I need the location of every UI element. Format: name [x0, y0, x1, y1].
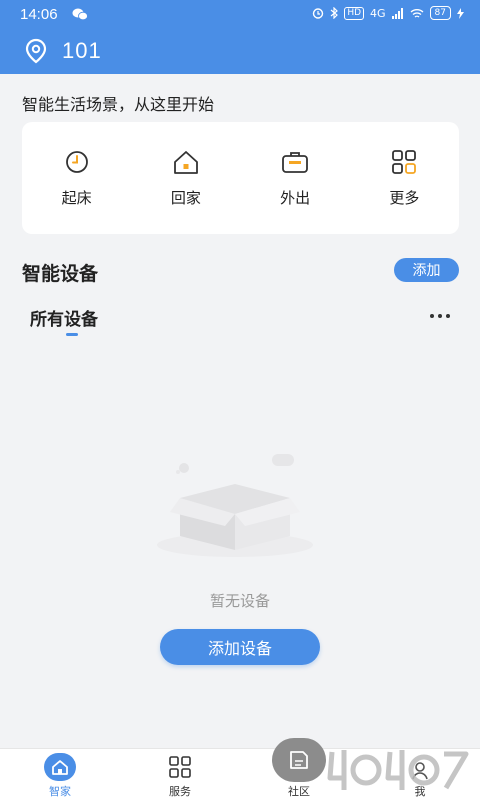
empty-state-text: 暂无设备 [209, 592, 270, 610]
add-button[interactable]: 添加 [394, 258, 459, 282]
scene-wake-up[interactable]: 起床 [37, 149, 117, 208]
location-pin-icon [25, 38, 47, 64]
empty-box-illustration [157, 454, 313, 557]
signal-label: 4G [370, 6, 386, 20]
nav-label: 服务 [169, 785, 191, 798]
add-device-button[interactable]: 添加设备 [160, 629, 320, 665]
scene-label: 外出 [280, 188, 311, 207]
status-time: 14:06 [20, 6, 58, 23]
scene-more[interactable]: 更多 [364, 149, 444, 208]
nav-item-home[interactable]: 智家 [20, 753, 100, 799]
status-indicators: HD 4G 87 [312, 6, 464, 20]
signal-icon [391, 7, 403, 19]
app-header: 14:06 HD 4G 87 101 [0, 0, 480, 74]
scene-go-out[interactable]: 外出 [255, 149, 335, 208]
grid-icon [392, 149, 417, 174]
scene-card: 起床 回家 外出 更多 [22, 122, 459, 234]
scene-label: 起床 [61, 188, 92, 207]
nav-label: 社区 [288, 785, 310, 798]
scene-label: 回家 [170, 188, 201, 207]
tab-indicator [66, 333, 78, 336]
nav-label: 智家 [49, 785, 71, 798]
briefcase-icon [282, 151, 309, 173]
location-label: 101 [62, 38, 102, 63]
community-icon[interactable] [272, 738, 326, 782]
scene-label: 更多 [389, 188, 420, 207]
home-icon [44, 753, 76, 781]
scenes-intro: 智能生活场景，从这里开始 [22, 95, 215, 114]
scene-come-home[interactable]: 回家 [146, 149, 226, 208]
more-options-icon[interactable] [430, 314, 450, 318]
tab-all-devices[interactable]: 所有设备 [30, 305, 98, 330]
devices-section-title: 智能设备 [22, 263, 99, 285]
wechat-icon [72, 8, 88, 21]
status-bar: 14:06 HD 4G 87 [0, 0, 480, 30]
nav-item-services[interactable]: 服务 [140, 753, 220, 799]
location-selector[interactable]: 101 [24, 38, 102, 64]
grid-icon [165, 753, 195, 781]
bluetooth-icon [330, 7, 339, 19]
clock-icon [65, 150, 88, 173]
alarm-icon [313, 8, 324, 19]
watermark-logo [327, 750, 469, 790]
charging-icon [457, 7, 464, 19]
hd-badge: HD [344, 6, 365, 20]
battery-indicator: 87 [429, 6, 451, 20]
wifi-icon [410, 8, 423, 18]
home-icon [173, 150, 198, 174]
